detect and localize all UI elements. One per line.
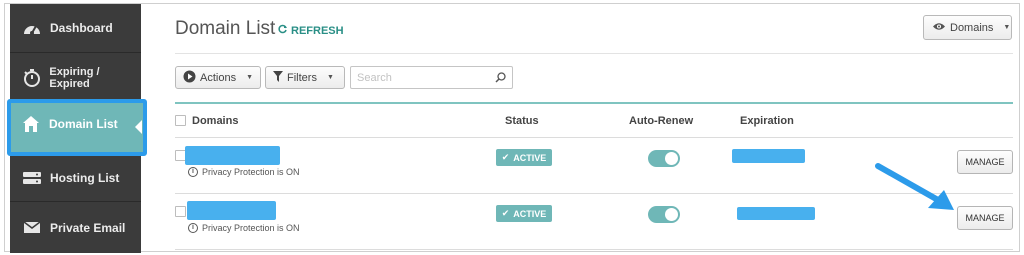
column-header-expiration[interactable]: Expiration	[740, 115, 794, 127]
chevron-down-icon: ▼	[1003, 24, 1011, 31]
search-icon[interactable]	[495, 72, 506, 86]
filters-dropdown[interactable]: Filters ▼	[265, 66, 345, 89]
status-badge: ✔ ACTIVE	[496, 149, 552, 166]
column-header-domains[interactable]: Domains	[192, 115, 238, 127]
privacy-status: i Privacy Protection is ON	[188, 223, 300, 233]
privacy-status: i Privacy Protection is ON	[188, 167, 300, 177]
sidebar-item-domain-list[interactable]: Domain List	[7, 99, 147, 156]
search-input[interactable]	[357, 71, 487, 84]
domain-name-redacted[interactable]	[187, 201, 276, 220]
manage-button[interactable]: MANAGE	[957, 150, 1013, 174]
status-text: ACTIVE	[513, 152, 547, 163]
checkmark-icon: ✔	[501, 208, 510, 218]
envelope-icon	[18, 216, 46, 240]
checkmark-icon: ✔	[501, 152, 510, 162]
privacy-text: Privacy Protection is ON	[202, 223, 300, 233]
sidebar-item-hosting[interactable]: Hosting List	[10, 153, 141, 202]
refresh-label: REFRESH	[291, 24, 344, 37]
chevron-down-icon: ▼	[246, 74, 254, 81]
row-checkbox[interactable]	[175, 206, 186, 217]
refresh-button[interactable]: REFRESH	[278, 24, 344, 37]
status-text: ACTIVE	[513, 208, 547, 219]
view-domains-dropdown[interactable]: Domains ▼	[923, 15, 1012, 40]
sidebar-item-label: Domain List	[49, 117, 118, 131]
page-title: Domain List	[175, 18, 276, 39]
expiration-date-redacted	[732, 149, 805, 163]
info-icon: i	[188, 167, 198, 177]
info-icon: i	[188, 223, 198, 233]
filters-label: Filters	[287, 71, 317, 84]
chevron-down-icon: ▼	[326, 74, 334, 81]
eye-icon	[932, 22, 946, 34]
table-header: Domains Status Auto-Renew Expiration	[175, 102, 1013, 138]
select-all-checkbox[interactable]	[175, 115, 186, 126]
sidebar-item-label: Private Email	[50, 220, 126, 235]
header-divider	[175, 53, 1013, 54]
refresh-icon	[278, 24, 288, 37]
funnel-icon	[273, 70, 283, 85]
domain-name-redacted[interactable]	[185, 146, 280, 165]
dashboard-gauge-icon	[18, 16, 46, 40]
server-icon	[18, 166, 46, 190]
sidebar-item-label: Dashboard	[50, 21, 113, 35]
stopwatch-icon	[18, 66, 45, 90]
expiration-date-redacted	[737, 207, 815, 220]
actions-dropdown[interactable]: Actions ▼	[175, 66, 261, 89]
sidebar-item-label: Expiring / Expired	[49, 66, 100, 90]
active-indicator-caret	[135, 120, 142, 134]
sidebar-item-dashboard[interactable]: Dashboard	[10, 4, 141, 53]
auto-renew-toggle[interactable]	[648, 206, 680, 223]
sidebar-item-expiring[interactable]: Expiring / Expired	[10, 53, 141, 104]
column-header-auto-renew[interactable]: Auto-Renew	[629, 115, 693, 127]
column-header-status[interactable]: Status	[505, 115, 539, 127]
home-icon	[17, 115, 45, 133]
play-circle-icon	[183, 70, 196, 86]
manage-button[interactable]: MANAGE	[957, 206, 1013, 230]
search-box	[350, 66, 513, 89]
status-badge: ✔ ACTIVE	[496, 205, 552, 222]
actions-label: Actions	[200, 71, 237, 84]
view-domains-label: Domains	[950, 21, 994, 34]
privacy-text: Privacy Protection is ON	[202, 167, 300, 177]
annotation-arrow-icon	[875, 163, 954, 210]
sidebar-item-email[interactable]: Private Email	[10, 203, 141, 252]
auto-renew-toggle[interactable]	[648, 150, 680, 167]
sidebar-item-label: Hosting List	[50, 170, 120, 185]
